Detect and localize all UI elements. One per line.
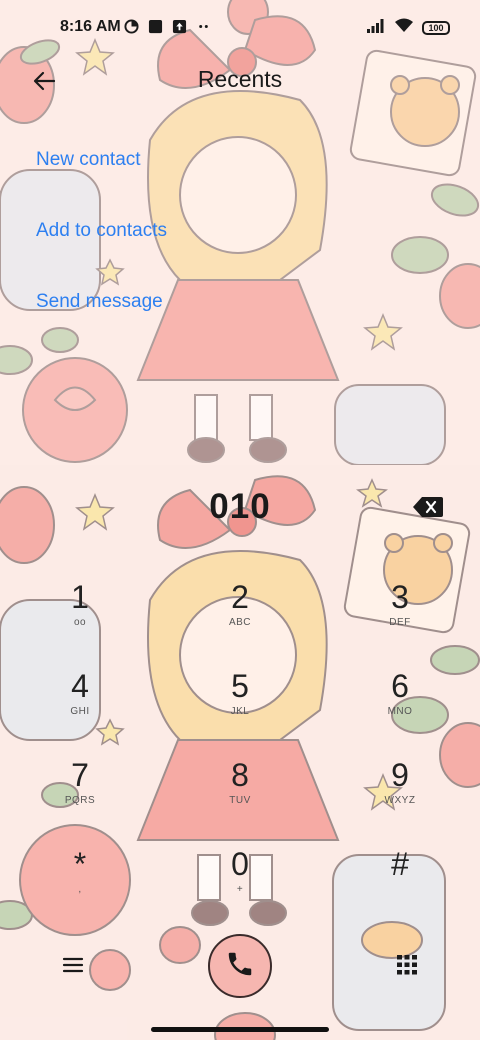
backspace-icon[interactable]: [413, 496, 443, 518]
call-button[interactable]: [208, 934, 272, 998]
new-contact-link[interactable]: New contact: [36, 149, 141, 171]
more-dots-icon: [195, 18, 211, 34]
key-6[interactable]: 6 MNO: [345, 667, 455, 739]
key-digit: 0: [231, 846, 249, 882]
key-digit: 3: [391, 579, 409, 615]
phone-icon: [225, 949, 255, 984]
key-7[interactable]: 7 PQRS: [25, 756, 135, 828]
key-1[interactable]: 1 oo: [25, 578, 135, 650]
send-message-link[interactable]: Send message: [36, 291, 163, 313]
key-8[interactable]: 8 TUV: [185, 756, 295, 828]
key-letters: oo: [73, 617, 87, 628]
status-time: 8:16 AM: [60, 18, 121, 35]
wifi-icon: [394, 18, 414, 38]
key-digit: *: [73, 846, 87, 882]
key-digit: 1: [71, 579, 89, 615]
key-letters: DEF: [389, 617, 411, 628]
key-letters: ABC: [228, 617, 252, 628]
key-letters: ,: [78, 884, 82, 895]
key-star[interactable]: * ,: [25, 845, 135, 917]
status-icons-right: 100: [366, 18, 450, 38]
menu-icon[interactable]: [60, 953, 86, 977]
key-digit: 5: [231, 668, 249, 704]
key-letters: WXYZ: [384, 795, 416, 806]
key-letters: TUV: [229, 795, 251, 806]
page-title: Recents: [197, 66, 283, 92]
key-digit: 6: [391, 668, 409, 704]
key-digit: 2: [231, 579, 249, 615]
key-digit: 7: [71, 757, 89, 793]
key-9[interactable]: 9 WXYZ: [345, 756, 455, 828]
home-indicator[interactable]: [151, 1027, 329, 1032]
add-to-contacts-link[interactable]: Add to contacts: [36, 220, 167, 242]
key-letters: +: [236, 884, 244, 895]
status-bar: 8:16 AM 100: [0, 0, 480, 54]
key-letters: JKL: [230, 706, 250, 717]
signal-icon: [366, 18, 386, 38]
keypad-icon[interactable]: [396, 954, 418, 976]
dialed-number[interactable]: 010: [0, 487, 480, 527]
key-3[interactable]: 3 DEF: [345, 578, 455, 650]
key-digit: 9: [391, 757, 409, 793]
key-digit: #: [391, 846, 409, 882]
status-icons-left: [123, 18, 211, 34]
key-digit: 4: [71, 668, 89, 704]
battery-icon: 100: [422, 21, 450, 35]
key-hash[interactable]: #: [345, 845, 455, 917]
key-5[interactable]: 5 JKL: [185, 667, 295, 739]
key-letters: GHI: [70, 706, 90, 717]
key-0[interactable]: 0 +: [185, 845, 295, 917]
square-app-icon: [147, 18, 163, 34]
key-4[interactable]: 4 GHI: [25, 667, 135, 739]
data-saver-icon: [123, 18, 139, 34]
key-letters: MNO: [387, 706, 413, 717]
key-letters: PQRS: [64, 795, 96, 806]
key-digit: 8: [231, 757, 249, 793]
upload-icon: [171, 18, 187, 34]
key-2[interactable]: 2 ABC: [185, 578, 295, 650]
